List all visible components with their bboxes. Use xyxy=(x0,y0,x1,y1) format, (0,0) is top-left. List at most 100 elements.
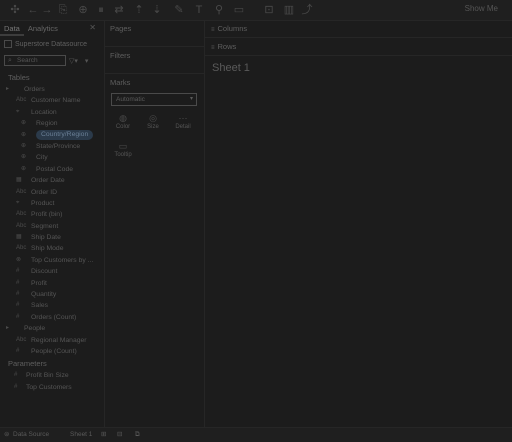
field-label: Regional Manager xyxy=(31,336,87,344)
back-icon[interactable]: ← xyxy=(26,3,40,17)
field-item[interactable]: ⊕ State/Province xyxy=(0,141,104,152)
rows-shelf[interactable]: ≡ Rows xyxy=(205,38,512,56)
field-type-icon: ⊕ xyxy=(21,142,27,149)
field-type-icon: ⊕ xyxy=(21,165,27,172)
new-sheet-icon[interactable]: ⊞ xyxy=(101,428,106,442)
parameter-icon: # xyxy=(14,372,18,379)
field-item[interactable]: ⊕ City xyxy=(0,152,104,163)
field-type-icon: Abc xyxy=(16,97,27,104)
mark-type-select[interactable]: Automatic ▾ xyxy=(111,93,197,106)
new-story-icon[interactable]: ⧉ xyxy=(135,428,140,442)
close-icon[interactable]: ✕ xyxy=(89,20,96,36)
swap-icon[interactable]: ⇄ xyxy=(112,3,126,17)
table-group[interactable]: ▸ Orders xyxy=(0,84,104,95)
field-label: People (Count) xyxy=(31,347,77,355)
sort-desc-icon[interactable]: ⇣ xyxy=(150,3,164,17)
columns-label: Columns xyxy=(217,24,248,33)
field-item[interactable]: Abc Segment xyxy=(0,221,104,232)
sort-asc-icon[interactable]: ⇡ xyxy=(132,3,146,17)
columns-icon: ≡ xyxy=(211,27,215,33)
field-item[interactable]: # Profit xyxy=(0,278,104,289)
highlight-icon[interactable]: ✎ xyxy=(172,3,186,17)
size-icon: ◎ xyxy=(149,113,157,123)
field-label: Product xyxy=(31,199,55,207)
field-item[interactable]: Abc Ship Mode xyxy=(0,243,104,254)
sheet-title[interactable]: Sheet 1 xyxy=(212,62,250,74)
new-datasource-icon[interactable]: ⊕ xyxy=(76,3,90,17)
forward-icon[interactable]: → xyxy=(40,3,54,17)
sheet-tab[interactable]: Sheet 1 xyxy=(70,428,92,442)
filter-icon[interactable]: ▽▾ xyxy=(69,57,78,65)
mark-button-label: Size xyxy=(147,124,159,130)
field-label: Order Date xyxy=(31,177,65,185)
mark-color-button[interactable]: ◍ Color xyxy=(108,112,138,140)
label-icon[interactable]: T xyxy=(192,3,206,17)
field-item[interactable]: ⊕ Country/Region xyxy=(0,130,104,141)
parameter-item[interactable]: # Profit Bin Size xyxy=(0,370,104,381)
fit-icon[interactable]: ▭ xyxy=(232,3,246,17)
mark-button-label: Detail xyxy=(175,124,191,130)
field-item[interactable]: Abc Order ID xyxy=(0,187,104,198)
field-item[interactable]: ⊕ Postal Code xyxy=(0,164,104,175)
field-item[interactable]: ▦ Ship Date xyxy=(0,232,104,243)
filters-card[interactable]: Filters xyxy=(104,47,204,74)
field-label: Orders xyxy=(24,86,45,93)
field-type-icon: ⊕ xyxy=(21,154,27,161)
mark-detail-button[interactable]: ⋯ Detail xyxy=(168,112,198,140)
tooltip-icon: ▭ xyxy=(118,141,128,151)
menu-icon[interactable]: ▾ xyxy=(85,57,89,65)
field-item[interactable]: # Quantity xyxy=(0,289,104,300)
color-icon: ◍ xyxy=(119,113,127,123)
tab-analytics[interactable]: Analytics xyxy=(24,20,62,36)
columns-shelf[interactable]: ≡ Columns xyxy=(205,20,512,38)
field-type-icon: ⌖ xyxy=(16,199,20,206)
chart-icon[interactable]: ▥ xyxy=(282,3,296,17)
datasource-tab-icon: ⊜ xyxy=(4,431,10,438)
field-item[interactable]: # Orders (Count) xyxy=(0,312,104,323)
field-label: Ship Date xyxy=(31,234,61,242)
field-item[interactable]: ⊗ Top Customers by ... xyxy=(0,255,104,266)
field-item[interactable]: # Sales xyxy=(0,300,104,311)
field-label: City xyxy=(36,154,48,162)
share-icon[interactable]: ⤴ xyxy=(300,3,314,17)
tableau-logo-icon[interactable]: ✣ xyxy=(8,3,22,17)
present-icon[interactable]: ⊡ xyxy=(262,3,276,17)
pages-card[interactable]: Pages xyxy=(104,20,204,47)
search-input[interactable]: ⌕ Search xyxy=(4,55,66,66)
field-item[interactable]: ⌖ Product xyxy=(0,198,104,209)
field-type-icon: Abc xyxy=(16,211,27,218)
field-item[interactable]: Abc Regional Manager xyxy=(0,335,104,346)
datasource-tab[interactable]: Data Source xyxy=(13,428,49,442)
tables-heading: Tables xyxy=(8,73,30,82)
field-item[interactable]: ⊕ Region xyxy=(0,118,104,129)
field-label: Discount xyxy=(31,268,58,276)
mark-size-button[interactable]: ◎ Size xyxy=(138,112,168,140)
field-list: ▸ Orders Abc Customer Name ⌖ Location ⊕ Region ⊕… xyxy=(0,84,104,357)
field-item[interactable]: ▦ Order Date xyxy=(0,175,104,186)
pane-tabs: Data Analytics ✕ xyxy=(0,20,104,36)
mark-tooltip-button[interactable]: ▭ Tooltip xyxy=(108,140,138,168)
field-type-icon: Abc xyxy=(16,245,27,252)
format-icon[interactable]: ⚲ xyxy=(212,3,226,17)
field-label: Sales xyxy=(31,302,49,310)
field-type-icon: Abc xyxy=(16,336,27,343)
field-type-icon: # xyxy=(16,291,20,298)
datasource-item[interactable]: Superstore Datasource xyxy=(0,36,104,51)
pause-icon[interactable]: ⏸ xyxy=(94,3,108,17)
show-me-button[interactable]: Show Me xyxy=(465,4,498,13)
field-item[interactable]: Abc Profit (bin) xyxy=(0,209,104,220)
table-group[interactable]: ▸ People xyxy=(0,323,104,334)
field-item[interactable]: # People (Count) xyxy=(0,346,104,357)
field-label: Quantity xyxy=(31,291,57,299)
field-item[interactable]: # Discount xyxy=(0,266,104,277)
marks-card: Marks Automatic ▾ ◍ Color ◎ Size ⋯ Detail ▭ Too… xyxy=(104,74,204,168)
mark-buttons: ◍ Color ◎ Size ⋯ Detail ▭ Tooltip xyxy=(104,112,202,168)
field-type-icon: ⊕ xyxy=(21,120,27,127)
field-item[interactable]: ⌖ Location xyxy=(0,107,104,118)
parameters-heading: Parameters xyxy=(8,359,47,369)
parameter-item[interactable]: # Top Customers xyxy=(0,382,104,393)
tab-data[interactable]: Data xyxy=(0,20,24,36)
field-item[interactable]: Abc Customer Name xyxy=(0,95,104,106)
new-dashboard-icon[interactable]: ⊟ xyxy=(117,428,122,442)
save-icon[interactable]: ⎘ xyxy=(56,3,70,17)
